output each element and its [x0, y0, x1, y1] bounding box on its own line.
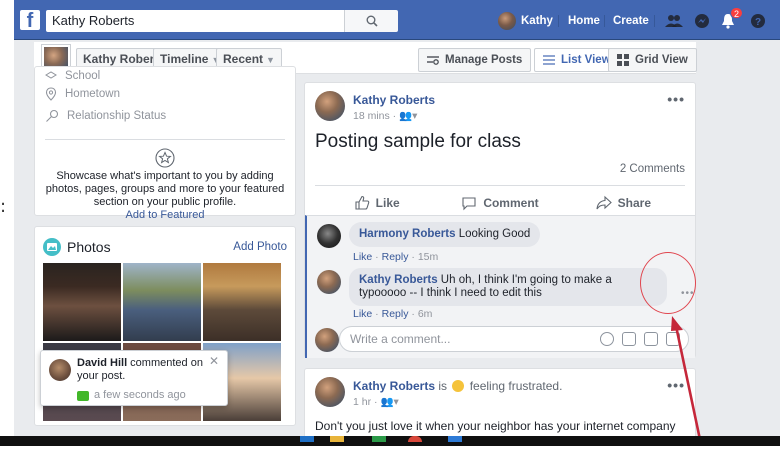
- app-icon[interactable]: [300, 436, 314, 442]
- os-taskbar: [0, 436, 780, 470]
- browser-icon[interactable]: [408, 436, 422, 442]
- folder-icon[interactable]: [330, 436, 344, 442]
- taskbar-strip: [0, 436, 780, 446]
- screenshot-frame: : f Kathy Roberts Kathy Home Create 2 ? …: [0, 0, 780, 470]
- app-icon[interactable]: [448, 436, 462, 442]
- annotation-arrow: [671, 316, 708, 469]
- app-icon[interactable]: [372, 436, 386, 442]
